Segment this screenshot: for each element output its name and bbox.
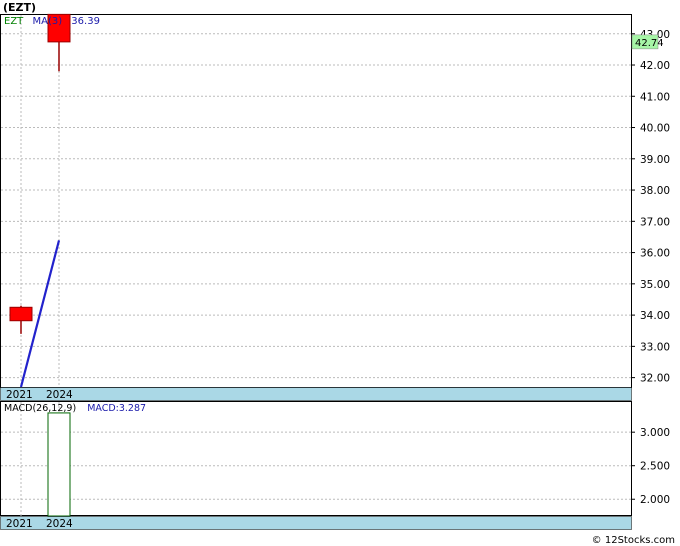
macd-value-label: MACD:3.287 — [87, 403, 146, 414]
price-ytick-label: 38.00 — [640, 185, 670, 197]
price-plot-area — [0, 14, 632, 388]
macd-bar-2024 — [47, 412, 71, 517]
price-x-label-2024: 2024 — [46, 389, 73, 401]
macd-ytick-label: 2.000 — [640, 494, 670, 506]
price-ytick-label: 42.00 — [640, 60, 670, 72]
candle-body-2021 — [9, 306, 33, 322]
price-x-label-2021: 2021 — [6, 389, 33, 401]
macd-ytick-label: 2.500 — [640, 461, 670, 473]
macd-bars — [47, 412, 71, 517]
ticker-legend: EZT MA(3) 36.39 — [4, 16, 100, 27]
price-y-axis: 32.00 33.00 34.00 35.00 36.00 37.00 38.00 39.00… — [631, 29, 670, 385]
price-ytick-label: 34.00 — [640, 310, 670, 322]
macd-label: MACD(26,12,9) — [4, 403, 76, 414]
price-ytick-label: 39.00 — [640, 154, 670, 166]
price-ytick-label: 40.00 — [640, 123, 670, 135]
price-ytick-label: 37.00 — [640, 216, 670, 228]
ticker-label: EZT — [4, 16, 24, 27]
last-price-value: 42.74 — [635, 38, 664, 49]
chart-title: (EZT) — [3, 1, 36, 14]
macd-y-axis: 2.000 2.500 3.000 — [631, 427, 670, 506]
macd-plot-area — [0, 401, 632, 516]
macd-x-label-2024: 2024 — [46, 518, 73, 530]
macd-x-axis-band — [0, 516, 632, 530]
macd-ytick-label: 3.000 — [640, 427, 670, 439]
price-ytick-label: 32.00 — [640, 373, 670, 385]
stock-chart: (EZT) 32.00 33.00 34.00 35.00 36.00 37.00 38.0… — [0, 1, 675, 546]
price-ytick-label: 33.00 — [640, 341, 670, 353]
price-ytick-label: 41.00 — [640, 91, 670, 103]
macd-legend: MACD(26,12,9) MACD:3.287 — [4, 403, 146, 414]
watermark: © 12Stocks.com — [592, 535, 675, 546]
macd-x-label-2021: 2021 — [6, 518, 33, 530]
price-x-axis-band — [0, 387, 632, 401]
price-panel: 32.00 33.00 34.00 35.00 36.00 37.00 38.00 39.00… — [0, 13, 670, 401]
ma-value: 36.39 — [71, 16, 100, 27]
price-ytick-label: 35.00 — [640, 279, 670, 291]
price-ytick-label: 36.00 — [640, 248, 670, 260]
ma-label: MA(3) — [32, 16, 62, 27]
macd-panel: 2.000 2.500 3.000 MACD(26,12,9) MACD:3.287… — [0, 401, 670, 530]
